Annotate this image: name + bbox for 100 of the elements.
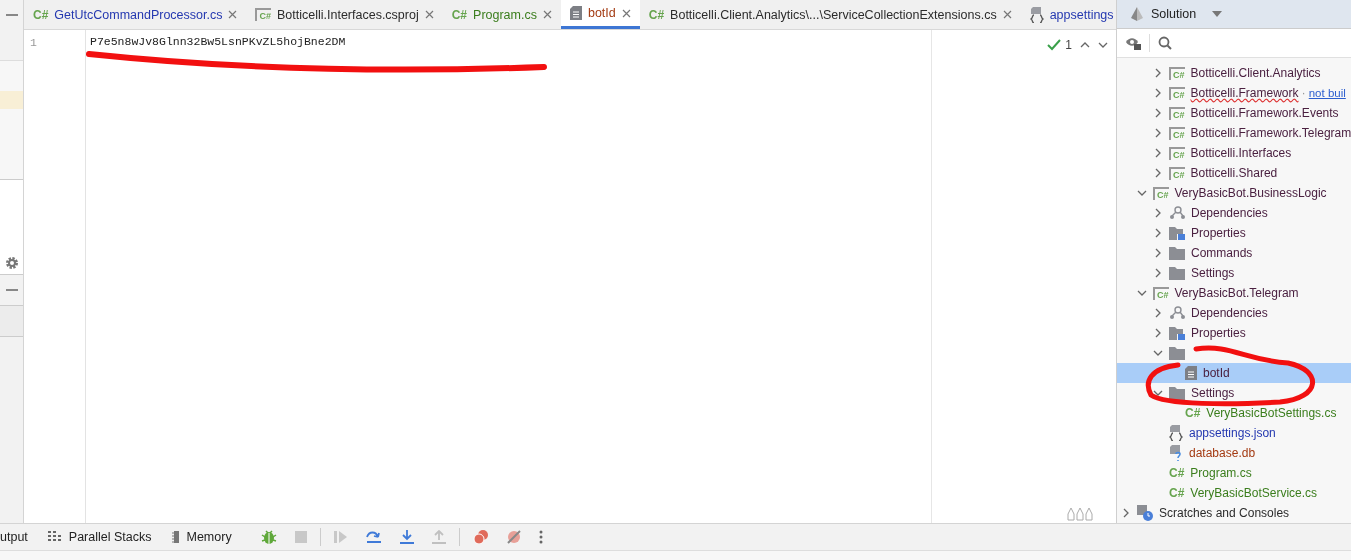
chevron-right-icon[interactable] [1153,168,1163,178]
tree-item-label: Properties [1191,226,1246,240]
tree-item[interactable]: C# Program.cs [1117,463,1351,483]
stacks-icon [47,531,62,543]
tree-item[interactable]: Dependencies [1117,203,1351,223]
text-file-icon [569,6,582,20]
tree-item[interactable]: C# Botticelli.Client.Analytics [1117,63,1351,83]
folder-icon [1169,386,1185,400]
tree-item[interactable]: C# VeryBasicBot.BusinessLogic [1117,183,1351,203]
tree-item[interactable]: C# Botticelli.Framework.Events [1117,103,1351,123]
close-icon[interactable] [424,10,434,19]
tree-item[interactable]: Dependencies [1117,303,1351,323]
close-icon[interactable] [621,8,631,18]
tree-item[interactable]: appsettings.json [1117,423,1351,443]
close-icon[interactable] [1002,10,1012,19]
tree-item[interactable]: C# Botticelli.Framework · not buil [1117,83,1351,103]
step-over-icon[interactable] [365,530,382,544]
tree-item-label: Commands [1191,246,1253,260]
dependencies-icon [1169,306,1185,320]
tree-item[interactable]: C# VeryBasicBotSettings.cs [1117,403,1351,423]
inspection-count: 1 [1065,38,1072,52]
editor-tab[interactable]: C# Botticelli.Client.Analytics\...\ServiceCollectionExtensions.cs [639,0,1021,29]
tree-item-label: Scratches and Consoles [1159,506,1290,520]
tree-item-label: Botticelli.Framework.Events [1190,106,1339,120]
prism-icon [1131,7,1143,22]
highlighted-row [0,91,23,109]
editor-tab[interactable]: C# Program.cs [442,0,561,29]
tree-item[interactable]: C# VeryBasicBot.Telegram [1117,283,1351,303]
tree-item[interactable]: C# Botticelli.Framework.Telegram [1117,123,1351,143]
tree-item[interactable]: C# Botticelli.Shared [1117,163,1351,183]
close-icon[interactable] [228,10,238,19]
tool-window-tab[interactable]: utput [0,530,48,544]
tree-item-label: VeryBasicBotService.cs [1190,486,1318,500]
editor-tab[interactable]: botId [560,0,640,29]
memory-icon [171,531,180,543]
tree-item[interactable]: Commands [1117,243,1351,263]
chevron-down-icon[interactable] [1153,388,1163,398]
text-file-icon [1185,366,1197,380]
tree-item-label: database.db [1189,446,1256,460]
chevron-right-icon[interactable] [1153,148,1163,158]
separator-dot: · [1301,86,1306,100]
tab-label: botId [587,6,616,20]
dropdown-caret-icon[interactable] [1212,11,1223,18]
line-number: 1 [30,36,37,49]
chevron-right-icon[interactable] [1153,208,1163,218]
chevron-right-icon[interactable] [1153,68,1163,78]
json-file-icon [1169,425,1183,441]
tree-item[interactable]: C# Botticelli.Interfaces [1117,143,1351,163]
minimize-icon[interactable] [5,289,18,291]
chevron-right-icon[interactable] [1153,108,1163,118]
tool-window-tab[interactable]: Memory [171,530,252,544]
search-icon[interactable] [1158,36,1172,51]
dependencies-icon [1169,206,1185,220]
tree-item[interactable]: botId [1117,363,1351,383]
folder-settings-icon [1169,326,1185,340]
breakpoints-icon[interactable] [472,530,489,544]
chevron-right-icon[interactable] [1153,268,1163,278]
tree-item[interactable]: Properties [1117,323,1351,343]
bug-icon[interactable] [260,529,277,545]
tree-item-label: Botticelli.Client.Analytics [1190,66,1321,80]
tree-item-label: Botticelli.Framework.Telegram [1190,126,1351,140]
not-built-link[interactable]: not buil [1308,87,1346,99]
chevron-up-icon[interactable] [1080,41,1090,49]
chevron-down-icon[interactable] [1137,288,1147,298]
chevron-right-icon[interactable] [1121,508,1131,518]
settings-icon[interactable] [4,256,19,270]
tab-label: appsettings [1049,7,1114,22]
tree-item[interactable]: Settings [1117,263,1351,283]
chevron-down-icon[interactable] [1153,348,1163,358]
minimize-icon[interactable] [5,14,18,16]
chevron-down-icon[interactable] [1137,188,1147,198]
step-into-icon[interactable] [399,530,414,544]
panel-title[interactable]: Solution [1151,7,1197,22]
chevron-right-icon[interactable] [1153,328,1163,338]
chevron-right-icon[interactable] [1153,228,1163,238]
tree-item[interactable]: C# VeryBasicBotService.cs [1117,483,1351,503]
chevron-right-icon[interactable] [1153,128,1163,138]
code-line: P7e5n8wJv8Glnn32Bw5LsnPKvZL5hojBne2DM [90,35,346,48]
tree-item[interactable]: Settings [1117,383,1351,403]
mute-breakpoints-icon[interactable] [506,530,521,544]
editor-tab[interactable]: appsettings [1020,0,1116,29]
tool-window-tab[interactable]: Parallel Stacks [47,530,172,544]
tree-item[interactable]: Scratches and Consoles [1117,503,1351,523]
folder-icon [1169,266,1185,280]
chevron-right-icon[interactable] [1153,248,1163,258]
tree-item[interactable]: database.db [1117,443,1351,463]
more-icon[interactable] [538,530,543,544]
close-icon[interactable] [542,10,552,19]
tree-item[interactable]: Properties [1117,223,1351,243]
eye-list-icon[interactable] [1125,36,1141,51]
chevron-down-icon[interactable] [1098,41,1108,49]
tree-item-label: VeryBasicBot.BusinessLogic [1174,186,1327,200]
folder-settings-icon [1169,226,1185,240]
editor-tab[interactable]: C# Botticelli.Interfaces.csproj [246,0,443,29]
editor-tab[interactable]: C# GetUtcCommandProcessor.cs [24,0,247,29]
tree-item-label: Botticelli.Shared [1190,166,1278,180]
chevron-right-icon[interactable] [1153,308,1163,318]
tree-item-label: Settings [1191,386,1235,400]
chevron-right-icon[interactable] [1153,88,1163,98]
json-file-icon [1029,6,1044,23]
